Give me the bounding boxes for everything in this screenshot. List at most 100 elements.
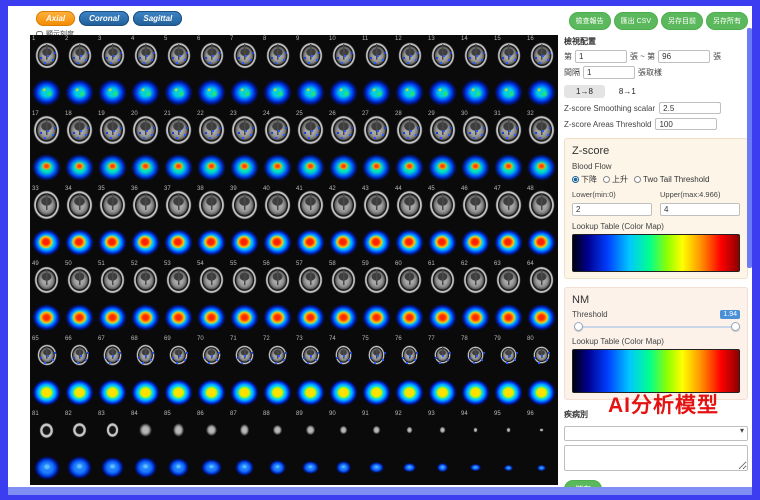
spect-cell[interactable] xyxy=(294,75,327,110)
spect-cell[interactable] xyxy=(360,75,393,110)
slice-cell[interactable]: 79 xyxy=(492,335,525,375)
slice-cell[interactable]: 43 xyxy=(360,185,393,225)
report-button[interactable]: 檢查報告 xyxy=(569,12,611,30)
spect-cell[interactable] xyxy=(360,375,393,410)
spect-cell[interactable] xyxy=(30,375,63,410)
slice-cell[interactable]: 66 xyxy=(63,335,96,375)
spect-cell[interactable] xyxy=(492,225,525,260)
spect-cell[interactable] xyxy=(129,75,162,110)
tab-axial[interactable]: Axial xyxy=(36,11,75,26)
slice-cell[interactable]: 26 xyxy=(327,110,360,150)
slice-cell[interactable]: 37 xyxy=(162,185,195,225)
spect-cell[interactable] xyxy=(228,225,261,260)
slice-cell[interactable]: 46 xyxy=(459,185,492,225)
spect-cell[interactable] xyxy=(30,75,63,110)
slice-cell[interactable]: 27 xyxy=(360,110,393,150)
slice-cell[interactable]: 41 xyxy=(294,185,327,225)
spect-cell[interactable] xyxy=(63,225,96,260)
spect-cell[interactable] xyxy=(327,75,360,110)
spect-cell[interactable] xyxy=(393,225,426,260)
slice-cell[interactable]: 69 xyxy=(162,335,195,375)
export-csv-button[interactable]: 匯出 CSV xyxy=(614,12,658,30)
slice-cell[interactable]: 4 xyxy=(129,35,162,75)
slice-cell[interactable]: 28 xyxy=(393,110,426,150)
slice-cell[interactable]: 57 xyxy=(294,260,327,300)
spect-cell[interactable] xyxy=(228,375,261,410)
spect-cell[interactable] xyxy=(261,300,294,335)
save-current-button[interactable]: 另存目前 xyxy=(661,12,703,30)
spect-cell[interactable] xyxy=(195,225,228,260)
order-desc-button[interactable]: 8→1 xyxy=(615,85,640,98)
slice-cell[interactable]: 15 xyxy=(492,35,525,75)
slice-cell[interactable]: 53 xyxy=(162,260,195,300)
slice-cell[interactable]: 35 xyxy=(96,185,129,225)
spect-cell[interactable] xyxy=(393,300,426,335)
spect-cell[interactable] xyxy=(195,75,228,110)
spect-cell[interactable] xyxy=(129,225,162,260)
spect-cell[interactable] xyxy=(393,450,426,485)
slice-cell[interactable]: 10 xyxy=(327,35,360,75)
slice-cell[interactable]: 22 xyxy=(195,110,228,150)
slice-cell[interactable]: 84 xyxy=(129,410,162,450)
spect-cell[interactable] xyxy=(294,150,327,185)
slice-cell[interactable]: 95 xyxy=(492,410,525,450)
spect-cell[interactable] xyxy=(195,450,228,485)
spect-cell[interactable] xyxy=(327,450,360,485)
slice-cell[interactable]: 5 xyxy=(162,35,195,75)
spect-cell[interactable] xyxy=(63,375,96,410)
spect-cell[interactable] xyxy=(261,150,294,185)
spect-cell[interactable] xyxy=(294,450,327,485)
slice-cell[interactable]: 21 xyxy=(162,110,195,150)
spect-cell[interactable] xyxy=(228,450,261,485)
lower-input[interactable] xyxy=(572,203,652,216)
slice-cell[interactable]: 70 xyxy=(195,335,228,375)
spect-cell[interactable] xyxy=(228,150,261,185)
spect-cell[interactable] xyxy=(459,450,492,485)
slice-cell[interactable]: 81 xyxy=(30,410,63,450)
slice-cell[interactable]: 58 xyxy=(327,260,360,300)
spect-cell[interactable] xyxy=(459,300,492,335)
slice-cell[interactable]: 68 xyxy=(129,335,162,375)
spect-cell[interactable] xyxy=(30,300,63,335)
spect-cell[interactable] xyxy=(426,450,459,485)
slice-cell[interactable]: 94 xyxy=(459,410,492,450)
spect-cell[interactable] xyxy=(162,450,195,485)
slice-cell[interactable]: 14 xyxy=(459,35,492,75)
smoothing-input[interactable] xyxy=(659,102,721,114)
slice-cell[interactable]: 77 xyxy=(426,335,459,375)
spect-cell[interactable] xyxy=(30,225,63,260)
spect-cell[interactable] xyxy=(30,150,63,185)
slice-cell[interactable]: 60 xyxy=(393,260,426,300)
spect-cell[interactable] xyxy=(162,150,195,185)
slice-cell[interactable]: 32 xyxy=(525,110,558,150)
slice-cell[interactable]: 50 xyxy=(63,260,96,300)
spect-cell[interactable] xyxy=(360,225,393,260)
slice-cell[interactable]: 6 xyxy=(195,35,228,75)
slice-cell[interactable]: 76 xyxy=(393,335,426,375)
spect-cell[interactable] xyxy=(261,225,294,260)
spect-cell[interactable] xyxy=(459,375,492,410)
slice-cell[interactable]: 25 xyxy=(294,110,327,150)
spect-cell[interactable] xyxy=(96,150,129,185)
spect-cell[interactable] xyxy=(459,150,492,185)
slice-cell[interactable]: 91 xyxy=(360,410,393,450)
spect-cell[interactable] xyxy=(129,150,162,185)
spect-cell[interactable] xyxy=(459,225,492,260)
slice-cell[interactable]: 65 xyxy=(30,335,63,375)
slice-cell[interactable]: 47 xyxy=(492,185,525,225)
spect-cell[interactable] xyxy=(228,75,261,110)
slice-cell[interactable]: 86 xyxy=(195,410,228,450)
slice-cell[interactable]: 45 xyxy=(426,185,459,225)
slice-cell[interactable]: 67 xyxy=(96,335,129,375)
radio-up[interactable]: 上升 xyxy=(603,174,628,185)
slider-handle-left[interactable] xyxy=(574,322,583,331)
spect-cell[interactable] xyxy=(294,375,327,410)
slice-cell[interactable]: 30 xyxy=(459,110,492,150)
slice-cell[interactable]: 19 xyxy=(96,110,129,150)
spect-cell[interactable] xyxy=(63,450,96,485)
spect-cell[interactable] xyxy=(294,225,327,260)
slice-cell[interactable]: 80 xyxy=(525,335,558,375)
spect-cell[interactable] xyxy=(195,150,228,185)
slice-cell[interactable]: 18 xyxy=(63,110,96,150)
spect-cell[interactable] xyxy=(228,300,261,335)
